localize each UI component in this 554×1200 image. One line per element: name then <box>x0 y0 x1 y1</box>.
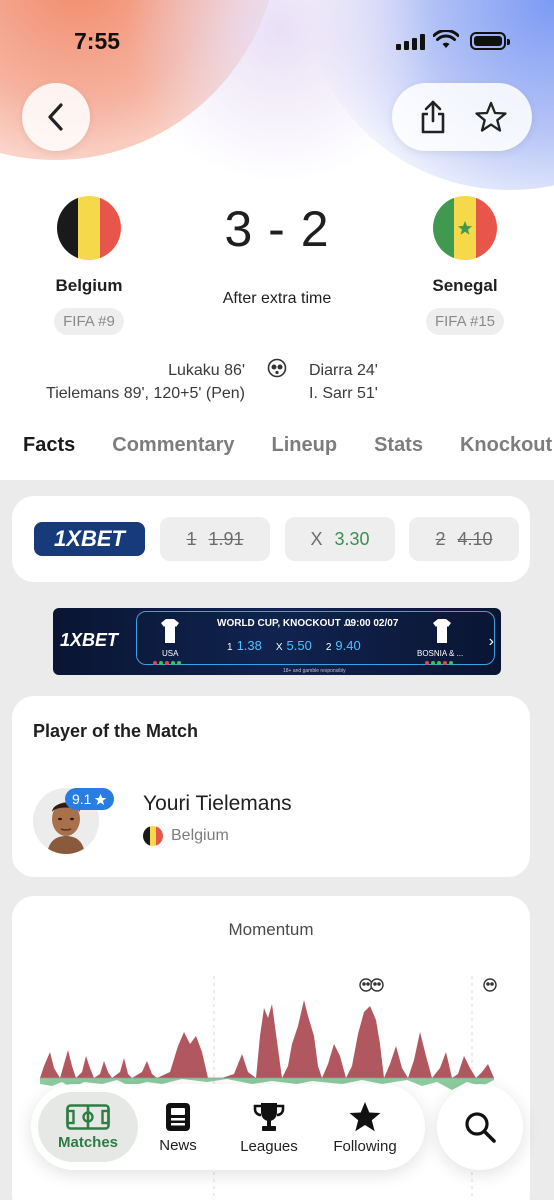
banner-team2: BOSNIA & ... <box>417 649 464 658</box>
banner-odd-1: 1.38 <box>236 638 262 653</box>
away-team-name: Senegal <box>432 276 498 295</box>
nav-news[interactable]: News <box>148 1092 208 1162</box>
nav-news-label: News <box>159 1136 197 1154</box>
status-time: 7:55 <box>74 28 121 54</box>
cellular-signal-icon <box>396 34 425 50</box>
search-button[interactable] <box>437 1084 523 1170</box>
tab-lineup[interactable]: Lineup <box>272 434 338 457</box>
banner-odd-x: 5.50 <box>286 638 312 653</box>
odds-draw-value: 3.30 <box>334 528 370 549</box>
odds-home-label: 1 <box>186 528 197 549</box>
potm-title: Player of the Match <box>33 721 199 741</box>
banner-title: WORLD CUP, KNOCKOUT ... <box>217 618 352 629</box>
player-team-name: Belgium <box>171 827 229 844</box>
chevron-left-icon <box>48 103 63 131</box>
header-actions <box>392 83 532 151</box>
tab-facts[interactable]: Facts <box>23 434 75 457</box>
banner-panel: WORLD CUP, KNOCKOUT ... 09:00 02/07 1 1.3… <box>136 611 495 665</box>
match-tabs: Facts Commentary Lineup Stats Knockout <box>23 434 552 457</box>
banner-note: 18+ and gamble responsibly <box>283 668 346 674</box>
goal-marker-icon <box>359 978 497 992</box>
banner-odd-2-label: 2 <box>325 642 332 653</box>
banner-team1: USA <box>162 649 179 658</box>
search-icon <box>465 1112 496 1143</box>
battery-icon <box>470 32 510 50</box>
banner-logo: 1XBET <box>60 630 119 650</box>
tab-commentary[interactable]: Commentary <box>112 434 234 457</box>
nav-following[interactable]: Following <box>324 1092 406 1162</box>
away-team-rank: FIFA #15 <box>425 308 505 335</box>
nav-leagues-label: Leagues <box>240 1137 298 1155</box>
banner-odds: 1 1.38 X 5.50 2 9.40 <box>227 638 361 653</box>
odds-card: 1XBET 1 1.91 X 3.30 2 4.10 <box>12 496 530 582</box>
ad-banner[interactable]: 1XBET WORLD CUP, KNOCKOUT ... 09:00 02/0… <box>53 608 501 675</box>
usa-jersey-icon <box>161 619 179 643</box>
home-scorer: Lukaku 86' <box>168 362 245 379</box>
momentum-home-area <box>40 1000 494 1078</box>
nav-leagues[interactable]: Leagues <box>229 1092 309 1162</box>
status-bar: 7:55 <box>0 26 554 60</box>
belgium-flag-icon <box>57 196 121 260</box>
away-scorer: Diarra 24' <box>309 362 378 379</box>
odds-home-value: 1.91 <box>208 528 244 549</box>
odds-draw-label: X <box>310 528 323 549</box>
player-team: Belgium <box>143 826 229 846</box>
bosnia-jersey-icon <box>433 619 451 643</box>
odds-home-button[interactable]: 1 1.91 <box>160 517 270 561</box>
away-scorer: I. Sarr 51' <box>309 385 378 402</box>
odds-away-label: 2 <box>435 528 446 549</box>
odds-away-value: 4.10 <box>457 528 493 549</box>
banner-odd-2: 9.40 <box>335 638 361 653</box>
match-status: After extra time <box>222 290 332 307</box>
bottom-nav: Matches News Leagues Following <box>31 1084 425 1170</box>
star-icon[interactable] <box>474 100 508 134</box>
banner-odd-x-label: X <box>275 642 283 653</box>
form-dots <box>153 661 181 665</box>
odds-draw-button[interactable]: X 3.30 <box>285 517 395 561</box>
share-icon[interactable] <box>417 99 449 135</box>
tab-stats[interactable]: Stats <box>374 434 423 457</box>
home-scorers: Lukaku 86' Tielemans 89', 120+5' (Pen) <box>46 359 245 405</box>
belgium-flag-icon <box>143 826 163 846</box>
pitch-icon <box>66 1103 110 1130</box>
bookmaker-logo[interactable]: 1XBET <box>34 522 145 556</box>
banner-time: 09:00 02/07 <box>345 618 399 629</box>
senegal-flag-icon <box>433 196 497 260</box>
star-icon <box>95 793 107 805</box>
back-button[interactable] <box>22 83 90 151</box>
player-of-match-card[interactable]: Player of the Match 9.1 Youri Tielemans … <box>12 696 530 877</box>
nav-matches-label: Matches <box>57 1133 119 1151</box>
nav-following-label: Following <box>333 1137 397 1155</box>
star-filled-icon <box>349 1101 381 1131</box>
player-rating: 9.1 <box>72 791 92 807</box>
home-team[interactable]: Belgium FIFA #9 <box>29 196 149 335</box>
player-name: Youri Tielemans <box>143 792 292 815</box>
chevron-right-icon: › <box>488 633 494 650</box>
away-scorers: Diarra 24' I. Sarr 51' <box>309 359 378 405</box>
wifi-icon <box>433 30 459 48</box>
home-team-name: Belgium <box>55 276 123 295</box>
player-rating-badge: 9.1 <box>65 788 115 810</box>
soccer-ball-icon <box>267 358 287 378</box>
tab-knockout[interactable]: Knockout <box>460 434 552 457</box>
form-dots <box>425 661 453 665</box>
nav-matches[interactable]: Matches <box>38 1092 138 1162</box>
away-team[interactable]: Senegal FIFA #15 <box>405 196 525 335</box>
trophy-icon <box>253 1102 285 1131</box>
match-score: 3 - 2 <box>224 201 330 257</box>
news-icon <box>166 1102 190 1131</box>
odds-away-button[interactable]: 2 4.10 <box>409 517 519 561</box>
home-scorer: Tielemans 89', 120+5' (Pen) <box>46 385 245 402</box>
home-team-rank: FIFA #9 <box>54 308 124 335</box>
banner-odd-1-label: 1 <box>227 642 233 653</box>
